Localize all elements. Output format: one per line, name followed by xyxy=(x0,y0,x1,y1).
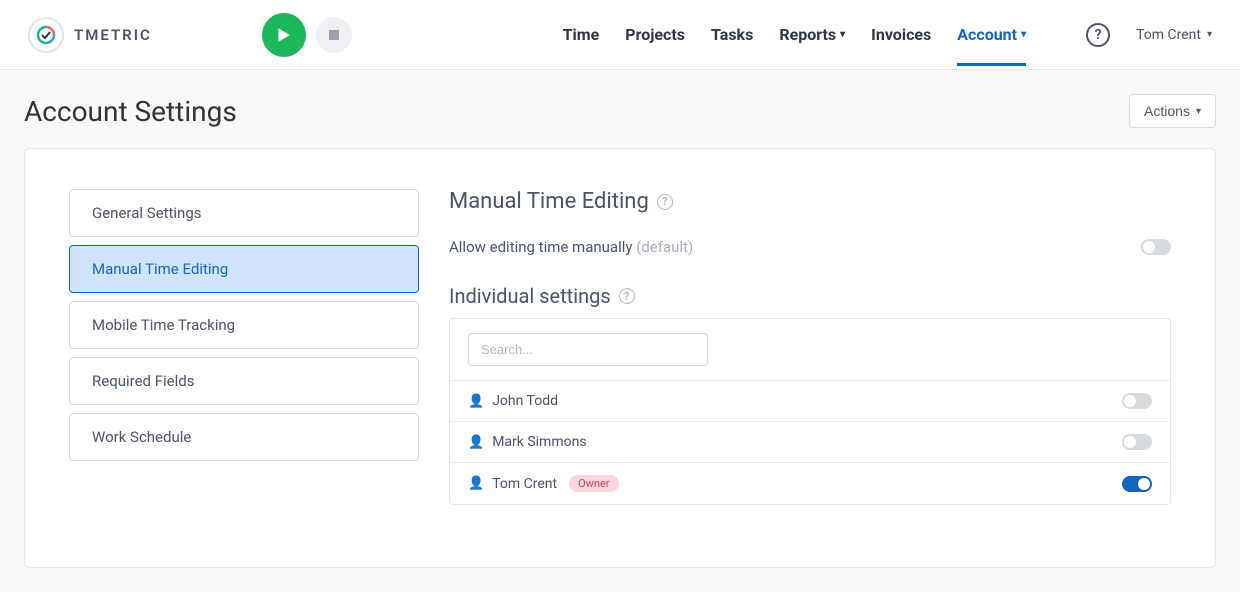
help-icon[interactable]: ? xyxy=(1086,23,1110,47)
user-toggle[interactable] xyxy=(1122,434,1152,450)
timer-play-button[interactable] xyxy=(262,13,306,57)
nav-reports[interactable]: Reports ▾ xyxy=(779,3,845,66)
individual-settings-table: 👤 John Todd 👤 Mark Simmons 👤 Tom xyxy=(449,318,1171,505)
page-title: Account Settings xyxy=(24,95,237,128)
brand-name: TMETRIC xyxy=(74,26,152,44)
user-menu[interactable]: Tom Crent ▾ xyxy=(1136,27,1212,43)
chevron-down-icon: ▾ xyxy=(1196,106,1201,117)
tab-mobile-time-tracking[interactable]: Mobile Time Tracking xyxy=(69,301,419,349)
brand[interactable]: TMETRIC xyxy=(28,17,152,53)
user-name: John Todd xyxy=(492,393,558,409)
chevron-down-icon: ▾ xyxy=(840,29,845,40)
user-toggle[interactable] xyxy=(1122,393,1152,409)
user-name: Tom Crent xyxy=(492,476,557,492)
allow-edit-label: Allow editing time manually (default) xyxy=(449,238,693,256)
owner-badge: Owner xyxy=(569,475,618,492)
allow-edit-default: (default) xyxy=(636,238,693,256)
chevron-down-icon: ▾ xyxy=(1207,29,1212,40)
individual-settings-title: Individual settings xyxy=(449,284,611,308)
user-row: 👤 Tom Crent Owner xyxy=(450,462,1170,504)
person-icon: 👤 xyxy=(468,476,484,491)
tab-manual-time-editing[interactable]: Manual Time Editing xyxy=(69,245,419,293)
nav-invoices[interactable]: Invoices xyxy=(871,3,931,66)
chevron-down-icon: ▾ xyxy=(1021,29,1026,40)
user-row: 👤 Mark Simmons xyxy=(450,421,1170,462)
nav-account[interactable]: Account ▾ xyxy=(957,3,1026,66)
person-icon: 👤 xyxy=(468,435,484,450)
help-hint-icon[interactable]: ? xyxy=(619,288,635,304)
nav-tasks[interactable]: Tasks xyxy=(711,3,753,66)
user-row: 👤 John Todd xyxy=(450,380,1170,421)
actions-button[interactable]: Actions ▾ xyxy=(1129,94,1216,128)
nav-time[interactable]: Time xyxy=(563,3,600,66)
search-input[interactable] xyxy=(468,333,708,366)
timer-stop-button[interactable] xyxy=(316,17,352,53)
stop-icon xyxy=(329,30,339,40)
play-icon xyxy=(277,28,291,42)
user-toggle[interactable] xyxy=(1122,476,1152,492)
tab-work-schedule[interactable]: Work Schedule xyxy=(69,413,419,461)
tab-required-fields[interactable]: Required Fields xyxy=(69,357,419,405)
nav-projects[interactable]: Projects xyxy=(625,3,685,66)
allow-edit-toggle[interactable] xyxy=(1141,239,1171,255)
help-hint-icon[interactable]: ? xyxy=(657,194,673,210)
actions-label: Actions xyxy=(1144,103,1190,119)
brand-logo-icon xyxy=(28,17,64,53)
allow-edit-text: Allow editing time manually xyxy=(449,238,636,256)
user-name: Mark Simmons xyxy=(492,434,586,450)
nav-reports-label: Reports xyxy=(779,25,836,44)
tab-general-settings[interactable]: General Settings xyxy=(69,189,419,237)
nav-account-label: Account xyxy=(957,25,1017,44)
person-icon: 👤 xyxy=(468,394,484,409)
user-name: Tom Crent xyxy=(1136,27,1201,43)
section-title: Manual Time Editing xyxy=(449,189,649,214)
